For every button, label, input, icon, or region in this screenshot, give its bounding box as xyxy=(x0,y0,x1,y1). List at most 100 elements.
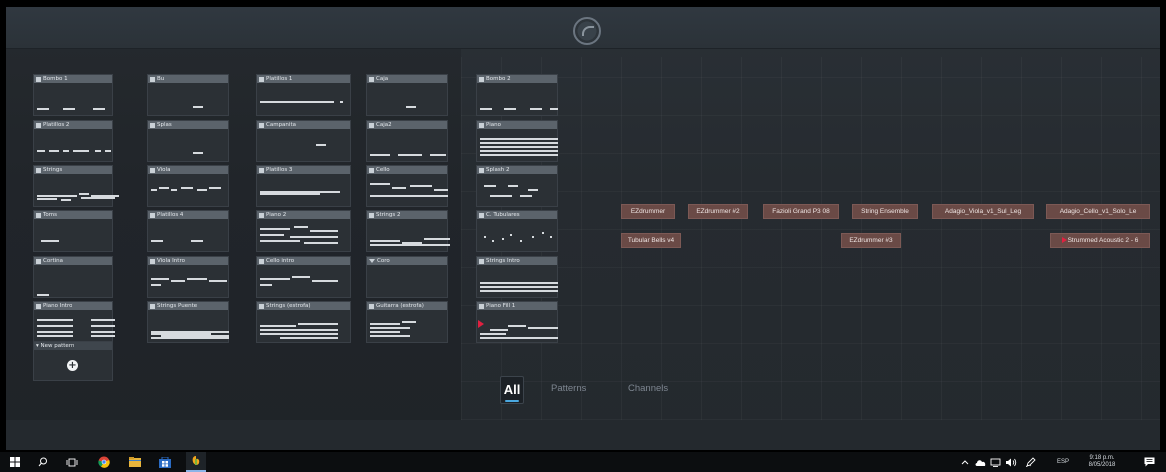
pattern-tile[interactable]: Cortina xyxy=(33,256,113,298)
pattern-tile[interactable]: Viola Intro xyxy=(147,256,229,298)
pattern-preview xyxy=(260,268,347,294)
search-icon[interactable] xyxy=(36,452,50,472)
pattern-tile[interactable]: Cello xyxy=(366,165,448,207)
pattern-tile[interactable]: Coro xyxy=(366,256,448,298)
pattern-tile[interactable]: Campanita xyxy=(256,120,351,162)
file-explorer-icon[interactable] xyxy=(127,452,143,472)
pattern-tile[interactable]: Piano 2 xyxy=(256,210,351,252)
windows-start-icon[interactable] xyxy=(8,452,22,472)
channel-button[interactable]: EZdrummer xyxy=(621,204,675,219)
pattern-name: Piano Intro xyxy=(43,303,73,309)
pattern-preview xyxy=(151,132,225,158)
pen-icon[interactable] xyxy=(1024,452,1038,472)
fl-studio-logo-icon[interactable] xyxy=(573,17,601,45)
pattern-tile[interactable]: Piano Fill 1 xyxy=(476,301,558,343)
note-mark xyxy=(520,240,522,242)
pattern-tile[interactable]: Bu xyxy=(147,74,229,116)
fl-studio-icon[interactable] xyxy=(186,452,206,472)
pattern-name: Platillos 3 xyxy=(266,167,293,173)
channel-label: Fazioli Grand P3 08 xyxy=(772,208,830,215)
note-mark xyxy=(492,240,494,242)
pattern-preview xyxy=(480,132,558,158)
store-icon[interactable] xyxy=(157,452,173,472)
pattern-preview xyxy=(37,313,115,339)
filter-all-tab[interactable]: All xyxy=(500,376,524,404)
pattern-icon xyxy=(36,167,41,173)
channel-button[interactable]: Adagio_Viola_v1_Sul_Leg xyxy=(932,204,1034,219)
pattern-tile[interactable]: Strings Puente xyxy=(147,301,229,343)
channel-button[interactable]: EZdrummer #2 xyxy=(688,204,748,219)
pattern-tile[interactable]: C. Tubulares xyxy=(476,210,558,252)
cloud-icon[interactable] xyxy=(974,452,986,472)
pattern-tile[interactable]: Piano Intro xyxy=(33,301,115,343)
channel-button[interactable]: Strummed Acoustic 2 - 6 xyxy=(1050,233,1150,248)
pattern-tile[interactable]: Platillos 4 xyxy=(147,210,229,252)
note-mark xyxy=(73,150,89,152)
pattern-tile-header: Platillos 2 xyxy=(34,121,112,129)
pattern-name: Caja2 xyxy=(376,122,392,128)
pattern-tile[interactable]: Caja xyxy=(366,74,448,116)
channel-button[interactable]: Tubular Bells v4 xyxy=(621,233,681,248)
pattern-icon xyxy=(479,303,484,309)
pattern-tile[interactable]: Cello intro xyxy=(256,256,351,298)
pattern-icon xyxy=(150,122,155,128)
channel-button[interactable]: Adagio_Cello_v1_Solo_Le xyxy=(1046,204,1150,219)
pattern-preview xyxy=(151,268,227,294)
note-mark xyxy=(260,101,334,103)
pattern-tile[interactable]: Viola xyxy=(147,165,229,207)
pattern-tile[interactable]: Bombo 2 xyxy=(476,74,558,116)
filter-channels-tab[interactable]: Channels xyxy=(628,383,668,394)
pattern-tile[interactable]: Splash 2 xyxy=(476,165,558,207)
note-mark xyxy=(510,234,512,236)
pattern-tile[interactable]: Platillos 2 xyxy=(33,120,113,162)
note-mark xyxy=(392,187,406,189)
channel-button[interactable]: EZdrummer #3 xyxy=(841,233,901,248)
pattern-tile[interactable]: Caja2 xyxy=(366,120,448,162)
pattern-tile[interactable]: Platillos 1 xyxy=(256,74,351,116)
channel-button[interactable]: Fazioli Grand P3 08 xyxy=(763,204,839,219)
pattern-icon xyxy=(150,167,155,173)
pattern-name: Cortina xyxy=(43,258,64,264)
pattern-tile[interactable]: Platillos 3 xyxy=(256,165,351,207)
note-mark xyxy=(105,150,111,152)
volume-icon[interactable] xyxy=(1004,452,1018,472)
chevron-up-icon[interactable] xyxy=(960,452,970,472)
pattern-tile[interactable]: Bombo 1 xyxy=(33,74,113,116)
new-pattern-tile[interactable]: ▾ New pattern + xyxy=(33,341,113,381)
pattern-icon xyxy=(479,258,484,264)
network-icon[interactable] xyxy=(989,452,1001,472)
pattern-preview xyxy=(37,86,109,112)
pattern-preview xyxy=(260,132,347,158)
notifications-icon[interactable] xyxy=(1140,452,1158,472)
pattern-tile[interactable]: Strings 2 xyxy=(366,210,450,252)
pattern-tile-header: Strings Intro xyxy=(477,257,557,265)
note-mark xyxy=(480,290,558,292)
pattern-tile[interactable]: Strings (estrofa) xyxy=(256,301,351,343)
pattern-tile[interactable]: Toms xyxy=(33,210,113,252)
pattern-icon xyxy=(150,212,155,218)
pattern-icon xyxy=(479,212,484,218)
clock[interactable]: 9:18 p.m. 8/05/2018 xyxy=(1078,452,1126,472)
pattern-name: Bombo 2 xyxy=(486,76,511,82)
note-mark xyxy=(290,236,338,238)
task-view-icon[interactable] xyxy=(64,452,80,472)
language-indicator[interactable]: ESP xyxy=(1054,452,1072,472)
pattern-tile[interactable]: Piano xyxy=(476,120,558,162)
pattern-tile[interactable]: Strings xyxy=(33,165,119,207)
chrome-icon[interactable] xyxy=(96,452,112,472)
note-mark xyxy=(260,278,290,280)
channel-button[interactable]: String Ensemble xyxy=(852,204,918,219)
pattern-tile-header: Platillos 3 xyxy=(257,166,350,174)
channel-label: Adagio_Cello_v1_Solo_Le xyxy=(1059,208,1137,215)
note-mark xyxy=(292,276,310,278)
note-mark xyxy=(370,331,400,333)
pattern-tile[interactable]: Guitarra (estrofa) xyxy=(366,301,448,343)
note-mark xyxy=(37,150,45,152)
pattern-tile-header: Piano Fill 1 xyxy=(477,302,557,310)
pattern-tile[interactable]: Strings Intro xyxy=(476,256,558,298)
note-mark xyxy=(480,337,558,339)
pattern-tile[interactable]: Splas xyxy=(147,120,229,162)
pattern-preview xyxy=(260,177,347,203)
pattern-tile-header: Splas xyxy=(148,121,228,129)
filter-patterns-tab[interactable]: Patterns xyxy=(551,383,586,394)
